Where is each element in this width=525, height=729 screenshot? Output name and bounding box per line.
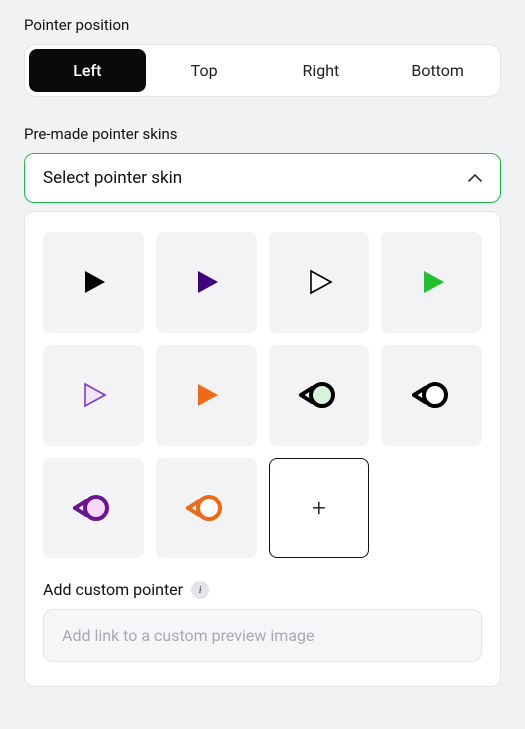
info-icon[interactable]: i <box>191 581 209 599</box>
custom-pointer-label-row: Add custom pointer i <box>43 580 482 599</box>
pointer-position-segmented: Left Top Right Bottom <box>24 44 501 97</box>
skin-option-bubble-orange[interactable] <box>156 458 257 559</box>
skins-dropdown-label: Select pointer skin <box>43 168 182 188</box>
skin-option-purple-solid[interactable] <box>156 232 257 333</box>
bubble-icon <box>73 492 113 524</box>
skin-option-bubble-mint[interactable] <box>269 345 370 446</box>
skin-option-orange-solid[interactable] <box>156 345 257 446</box>
triangle-icon <box>77 266 109 298</box>
position-option-top[interactable]: Top <box>146 49 263 92</box>
bubble-icon <box>412 379 452 411</box>
position-option-right[interactable]: Right <box>263 49 380 92</box>
skin-option-black-solid[interactable] <box>43 232 144 333</box>
skins-dropdown-toggle[interactable]: Select pointer skin <box>24 153 501 203</box>
skin-option-bubble-purple[interactable] <box>43 458 144 559</box>
skin-option-bubble-white[interactable] <box>381 345 482 446</box>
chevron-up-icon <box>468 171 482 185</box>
bubble-icon <box>299 379 339 411</box>
skins-label: Pre-made pointer skins <box>24 125 501 143</box>
triangle-icon <box>416 266 448 298</box>
position-option-left[interactable]: Left <box>29 49 146 92</box>
skin-option-green-solid[interactable] <box>381 232 482 333</box>
skin-option-lilac-outline[interactable] <box>43 345 144 446</box>
skins-grid: + <box>43 232 482 558</box>
plus-icon: + <box>312 494 326 522</box>
skin-option-white-outline[interactable] <box>269 232 370 333</box>
skin-option-add[interactable]: + <box>269 458 370 559</box>
triangle-icon <box>190 266 222 298</box>
skins-dropdown-body: + Add custom pointer i <box>24 211 501 687</box>
triangle-icon <box>77 379 109 411</box>
custom-pointer-label: Add custom pointer <box>43 580 183 599</box>
custom-pointer-url-input[interactable] <box>43 609 482 662</box>
triangle-icon <box>190 379 222 411</box>
bubble-icon <box>186 492 226 524</box>
triangle-icon <box>303 266 335 298</box>
custom-pointer-section: Add custom pointer i <box>43 580 482 662</box>
pointer-position-label: Pointer position <box>24 16 501 34</box>
position-option-bottom[interactable]: Bottom <box>379 49 496 92</box>
